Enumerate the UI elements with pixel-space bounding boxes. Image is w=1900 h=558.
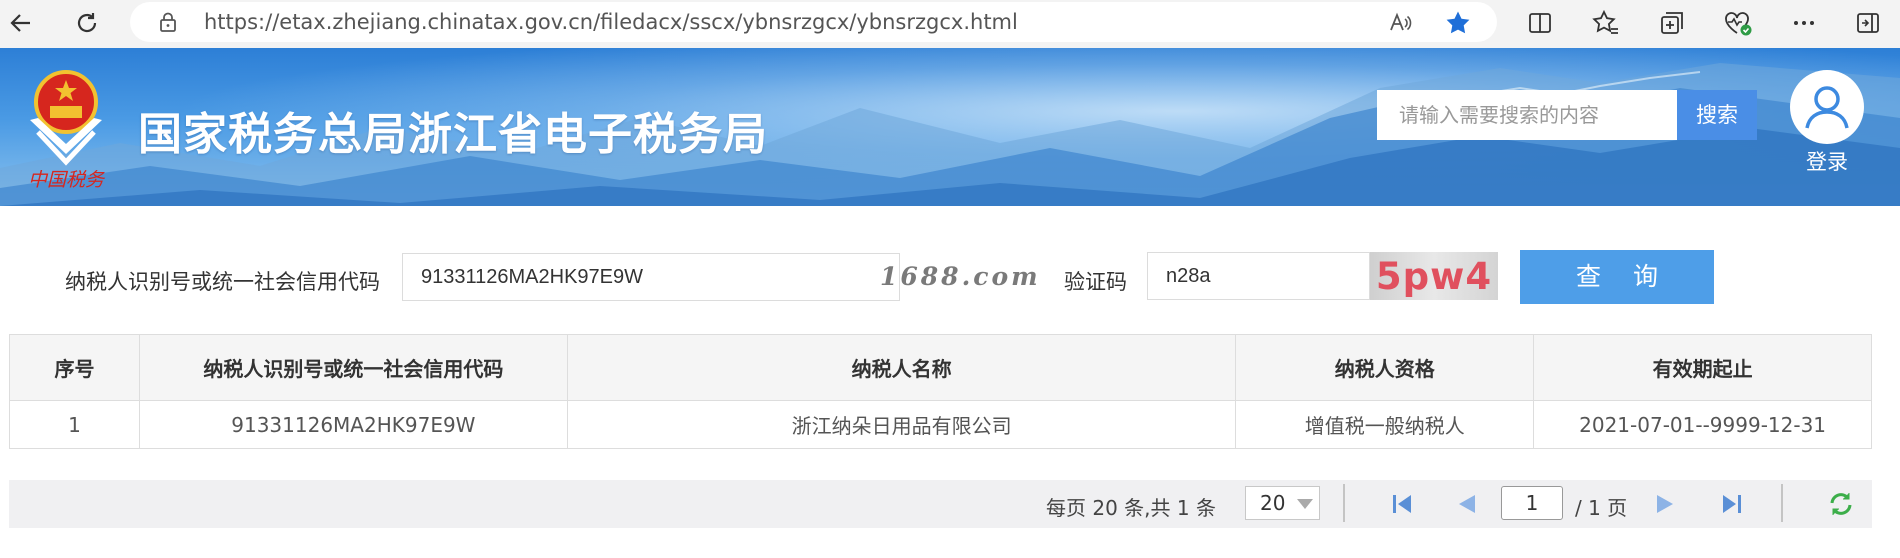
previous-page-icon[interactable] <box>1453 490 1481 518</box>
taxpayer-id-input[interactable]: 91331126MA2HK97E9W <box>402 253 900 301</box>
first-page-icon[interactable] <box>1389 490 1417 518</box>
split-screen-button[interactable] <box>1524 6 1556 40</box>
last-page-icon[interactable] <box>1717 490 1745 518</box>
user-icon <box>1805 86 1849 129</box>
captcha-input[interactable]: n28a <box>1147 252 1370 300</box>
cell-index: 1 <box>9 400 140 449</box>
emblem-calligraphy: 中国税务 <box>28 169 106 191</box>
login-link[interactable]: 登录 <box>1806 146 1848 176</box>
column-header-qualification: 纳税人资格 <box>1235 334 1535 401</box>
column-header-index: 序号 <box>9 334 140 401</box>
collections-button[interactable] <box>1656 6 1688 40</box>
page-size-select[interactable]: 20 <box>1245 486 1320 520</box>
cell-taxpayer-id: 91331126MA2HK97E9W <box>138 400 568 449</box>
favorites-star-icon <box>1592 9 1618 34</box>
refresh-button[interactable] <box>70 6 104 40</box>
chevron-down-icon <box>1297 499 1313 509</box>
sidebar-toggle-button[interactable] <box>1852 6 1884 40</box>
more-dots-icon <box>1794 21 1814 25</box>
query-button[interactable]: 查 询 <box>1520 250 1714 304</box>
cell-validity: 2021-07-01--9999-12-31 <box>1533 400 1872 449</box>
captcha-image[interactable]: 5pw4 <box>1370 252 1498 300</box>
split-screen-icon <box>1529 13 1551 33</box>
browser-toolbar: https://etax.zhejiang.chinatax.gov.cn/fi… <box>0 0 1900 48</box>
site-title: 国家税务总局浙江省电子税务局 <box>138 109 768 160</box>
login-avatar[interactable] <box>1790 70 1864 144</box>
pager-divider <box>1343 484 1345 522</box>
taxpayer-id-label: 纳税人识别号或统一社会信用代码 <box>65 270 380 294</box>
lock-icon <box>160 12 176 32</box>
captcha-label: 验证码 <box>1064 270 1127 294</box>
site-search-input[interactable]: 请输入需要搜索的内容 <box>1377 90 1677 140</box>
browser-essentials-button[interactable] <box>1722 6 1754 40</box>
column-header-validity: 有效期起止 <box>1533 334 1872 401</box>
heart-pulse-icon <box>1725 12 1752 36</box>
table-row: 1 91331126MA2HK97E9W 浙江纳朵日用品有限公司 增值税一般纳税… <box>9 400 1872 449</box>
more-options-button[interactable] <box>1788 6 1820 40</box>
pagination-bar: 每页 20 条,共 1 条 20 1 / 1 页 <box>9 480 1872 528</box>
sidebar-exit-icon <box>1857 13 1879 33</box>
address-bar[interactable]: https://etax.zhejiang.chinatax.gov.cn/fi… <box>130 2 1497 42</box>
pagination-summary: 每页 20 条,共 1 条 <box>1046 496 1216 520</box>
url-text: https://etax.zhejiang.chinatax.gov.cn/fi… <box>204 10 1018 34</box>
refresh-icon <box>77 13 97 33</box>
site-search-button[interactable]: 搜索 <box>1677 90 1757 140</box>
pager-divider <box>1781 484 1783 522</box>
results-table: 序号 纳税人识别号或统一社会信用代码 纳税人名称 纳税人资格 有效期起止 1 9… <box>9 334 1872 449</box>
cell-qualification: 增值税一般纳税人 <box>1235 400 1535 449</box>
column-header-taxpayer-id: 纳税人识别号或统一社会信用代码 <box>138 334 568 401</box>
back-arrow-icon <box>10 14 30 32</box>
back-button[interactable] <box>4 6 38 40</box>
favorites-button[interactable] <box>1590 6 1622 40</box>
header-banner: 中国税务 国家税务总局浙江省电子税务局 请输入需要搜索的内容 搜索 登录 <box>0 48 1900 206</box>
table-header-row: 序号 纳税人识别号或统一社会信用代码 纳税人名称 纳税人资格 有效期起止 <box>9 334 1872 401</box>
star-filled-icon <box>1446 11 1470 34</box>
cell-taxpayer-name: 浙江纳朵日用品有限公司 <box>566 400 1237 449</box>
column-header-taxpayer-name: 纳税人名称 <box>566 334 1237 401</box>
national-emblem-logo: 中国税务 <box>28 70 106 191</box>
page-size-value: 20 <box>1260 491 1286 515</box>
watermark-text: 1688.com <box>880 262 1041 291</box>
next-page-icon[interactable] <box>1651 490 1679 518</box>
collections-icon <box>1661 12 1683 34</box>
total-pages-text: / 1 页 <box>1575 496 1628 520</box>
read-aloud-button[interactable] <box>1386 9 1414 37</box>
favorite-button[interactable] <box>1444 9 1472 37</box>
current-page-input[interactable]: 1 <box>1501 486 1563 520</box>
refresh-list-icon[interactable] <box>1827 490 1855 518</box>
read-aloud-icon <box>1390 12 1412 31</box>
